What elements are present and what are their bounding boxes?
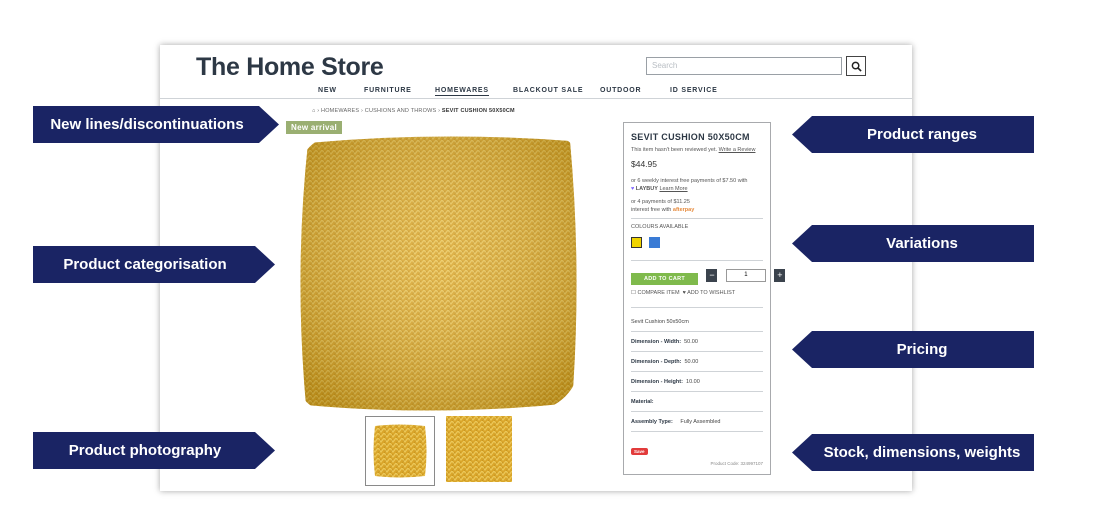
compare-wishlist-row: ☐ COMPARE ITEM ♥ ADD TO WISHLIST	[631, 289, 763, 297]
spec-assembly: Assembly Type: Fully Assembled	[631, 412, 763, 432]
store-logo[interactable]: The Home Store	[196, 53, 384, 82]
colour-swatches	[631, 234, 763, 252]
website-screenshot: The Home Store Search NEW FURNITURE HOME…	[160, 45, 912, 491]
thumbnail-cushion[interactable]	[365, 416, 435, 486]
wishlist-heart-icon[interactable]: ♥	[683, 290, 686, 296]
breadcrumb: ⌂ › HOMEWARES › CUSHIONS AND THROWS › SE…	[312, 108, 515, 114]
afterpay-brand: afterpay	[672, 207, 695, 213]
callout-new-lines: New lines/discontinuations	[33, 106, 279, 143]
swatch-yellow[interactable]	[631, 237, 642, 249]
review-line: This item hasn't been reviewed yet. Writ…	[631, 146, 763, 154]
callout-variations: Variations	[792, 225, 1034, 262]
callout-product-ranges: Product ranges	[792, 116, 1034, 153]
spec-depth: Dimension - Depth: 50.00	[631, 352, 763, 372]
product-price: $44.95	[631, 159, 657, 169]
home-icon[interactable]: ⌂	[312, 108, 316, 114]
nav-item-outdoor[interactable]: OUTDOOR	[600, 87, 641, 94]
review-text: This item hasn't been reviewed yet.	[631, 147, 718, 153]
main-nav: NEW FURNITURE HOMEWARES BLACKOUT SALE OU…	[160, 86, 912, 99]
thumbnail-texture[interactable]	[446, 416, 512, 482]
quantity-input[interactable]: 1	[725, 269, 766, 283]
annotated-product-page: The Home Store Search NEW FURNITURE HOME…	[0, 0, 1099, 524]
laybuy-brand: LAYBUY	[635, 186, 658, 192]
callout-categorisation: Product categorisation	[33, 246, 275, 283]
search-button[interactable]	[846, 56, 866, 76]
qty-plus-button[interactable]: +	[774, 269, 786, 283]
afterpay-text: or 4 payments of $11.25	[631, 199, 690, 205]
compare-label[interactable]: COMPARE ITEM	[637, 290, 679, 296]
save-pinterest-button[interactable]: Save	[631, 448, 648, 455]
search-icon	[851, 61, 862, 72]
laybuy-learn-more[interactable]: Learn More	[659, 186, 687, 192]
search-input[interactable]: Search	[646, 57, 842, 75]
colours-label: COLOURS AVAILABLE	[631, 224, 689, 230]
breadcrumb-cushions[interactable]: CUSHIONS AND THROWS	[365, 108, 437, 114]
swatch-blue[interactable]	[649, 237, 661, 249]
spec-width: Dimension - Width: 50.00	[631, 332, 763, 352]
qty-minus-button[interactable]: −	[706, 269, 718, 283]
cart-row: ADD TO CART − 1 +	[631, 267, 786, 285]
product-main-image[interactable]	[298, 135, 580, 411]
product-code: Product Code: 324997107	[710, 461, 763, 466]
callout-photography: Product photography	[33, 432, 275, 469]
nav-item-blackout-sale[interactable]: BLACKOUT SALE	[513, 87, 583, 94]
product-title: SEVIT CUSHION 50X50CM	[631, 132, 750, 142]
spec-material: Material:	[631, 392, 763, 412]
nav-item-homewares[interactable]: HOMEWARES	[435, 87, 489, 96]
write-review-link[interactable]: Write a Review	[719, 147, 756, 153]
afterpay-text-2: interest free with	[631, 207, 672, 213]
callout-pricing: Pricing	[792, 331, 1034, 368]
laybuy-text: or 6 weekly interest free payments of $7…	[631, 178, 748, 184]
nav-item-new[interactable]: NEW	[318, 87, 337, 94]
heart-icon: ♥	[631, 186, 635, 192]
new-arrival-badge: New arrival	[286, 121, 342, 134]
nav-item-id-service[interactable]: ID SERVICE	[670, 87, 718, 94]
wishlist-label[interactable]: ADD TO WISHLIST	[687, 290, 735, 296]
breadcrumb-current: SEVIT CUSHION 50X50CM	[441, 108, 515, 114]
add-to-cart-button[interactable]: ADD TO CART	[631, 273, 698, 285]
laybuy-info: or 6 weekly interest free payments of $7…	[631, 177, 763, 193]
afterpay-info: or 4 payments of $11.25 interest free wi…	[631, 198, 763, 214]
product-info-panel: SEVIT CUSHION 50X50CM This item hasn't b…	[623, 122, 786, 475]
spec-height: Dimension - Height: 10.00	[631, 372, 763, 392]
callout-stock: Stock, dimensions, weights	[792, 434, 1034, 471]
compare-checkbox[interactable]: ☐	[631, 290, 636, 296]
breadcrumb-homewares[interactable]: HOMEWARES	[321, 108, 359, 114]
specs-title: Sevit Cushion 50x50cm	[631, 312, 763, 332]
nav-item-furniture[interactable]: FURNITURE	[364, 87, 412, 94]
